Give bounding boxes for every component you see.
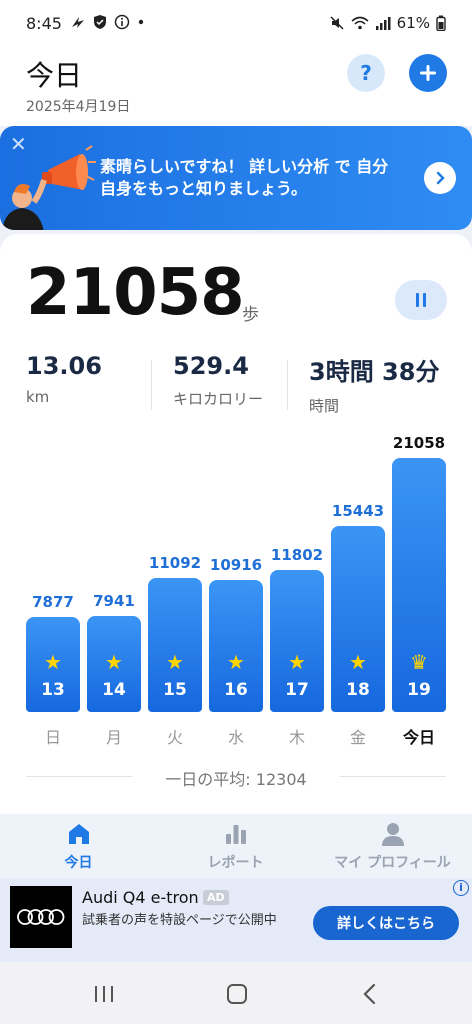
bar-day-number: 15 xyxy=(163,680,187,700)
time-label: 時間 xyxy=(309,397,340,415)
status-right: 61% xyxy=(329,14,446,32)
page-title: 今日 xyxy=(26,59,83,92)
ad-info-icon[interactable]: i xyxy=(453,880,469,896)
bar-day-number: 17 xyxy=(285,680,309,700)
bar-day-number: 18 xyxy=(346,680,370,700)
daily-average: 一日の平均: 12304 xyxy=(165,770,307,789)
bar-value-label: 11802 xyxy=(270,546,324,564)
pause-icon xyxy=(416,293,419,307)
steps-value: 21058 xyxy=(26,256,245,330)
bar-weekday-label: 水 xyxy=(227,728,244,747)
bar-value-label: 7877 xyxy=(32,593,74,611)
nav-label: 今日 xyxy=(64,855,93,871)
star-icon: ★ xyxy=(105,650,123,674)
ad-cta-button[interactable]: 詳しくはこちら xyxy=(313,906,459,940)
help-icon: ? xyxy=(360,61,372,85)
status-left-icons xyxy=(70,14,146,30)
today-card: 21058 歩 13.06 km 529.4 キロカロリー 3時間 38分 時間… xyxy=(0,234,472,814)
divider xyxy=(340,776,446,777)
star-icon: ★ xyxy=(349,650,367,674)
system-nav-bar xyxy=(0,962,472,1024)
time-stat: 3時間 38分 時間 xyxy=(309,352,439,416)
distance-stat: 13.06 km xyxy=(26,352,102,406)
header: 今日 2025年4月19日 ? xyxy=(0,48,472,126)
stat-divider xyxy=(287,360,288,410)
distance-label: km xyxy=(26,388,50,406)
chevron-right-icon xyxy=(436,171,445,185)
wifi-icon xyxy=(351,16,369,30)
star-icon: ★ xyxy=(166,650,184,674)
ad-banner[interactable]: Audi Q4 e-tron AD 試乗者の声を特設ページで公開中 詳しくはこち… xyxy=(0,878,472,962)
ad-title: Audi Q4 e-tron xyxy=(82,888,199,907)
page-date: 2025年4月19日 xyxy=(26,99,131,115)
ad-badge: AD xyxy=(203,890,229,905)
bar-weekday-label: 金 xyxy=(349,728,366,747)
plus-icon xyxy=(420,65,436,81)
bar-value-label: 11092 xyxy=(148,554,202,572)
nav-label: マイ プロフィール xyxy=(334,855,451,871)
bar-weekday-label: 今日 xyxy=(402,728,435,747)
bar-chart-icon xyxy=(225,825,246,844)
bar-weekday-label: 月 xyxy=(105,728,122,747)
calories-value: 529.4 xyxy=(173,352,249,380)
audi-rings-icon xyxy=(17,909,65,925)
nav-report[interactable]: レポート xyxy=(157,820,314,872)
bar-value-label: 7941 xyxy=(93,592,135,610)
signal-icon xyxy=(375,17,391,30)
bar-weekday-label: 日 xyxy=(44,728,61,747)
bolt-icon xyxy=(72,17,84,28)
nav-profile[interactable]: マイ プロフィール xyxy=(314,820,471,872)
crown-icon: ♛ xyxy=(410,650,428,674)
bar-value-label: 21058 xyxy=(392,434,446,452)
bar-day-number: 19 xyxy=(407,680,431,700)
weekly-steps-chart: 7877 ★ 13 日 7941 ★ 14 月 11092 ★ 15 火 10916 ★ 16 水 11802 ★… xyxy=(0,430,472,760)
recent-apps-icon[interactable] xyxy=(92,984,116,1004)
promo-banner[interactable]: ✕ 素晴らしいですね！ 詳しい分析 で 自分自身をもっと知りましょう。 xyxy=(0,126,472,230)
calories-label: キロカロリー xyxy=(173,390,264,408)
time-value: 3時間 38分 xyxy=(309,358,440,386)
battery-percent: 61% xyxy=(396,14,430,32)
bar-day-number: 13 xyxy=(41,680,65,700)
nav-label: レポート xyxy=(207,855,264,871)
star-icon: ★ xyxy=(227,650,245,674)
bar-weekday-label: 木 xyxy=(288,728,305,747)
back-icon[interactable] xyxy=(360,982,380,1006)
help-button[interactable]: ? xyxy=(347,54,385,92)
banner-text: 素晴らしいですね！ 詳しい分析 で 自分自身をもっと知りましょう。 xyxy=(100,157,389,198)
calories-stat: 529.4 キロカロリー xyxy=(173,352,263,409)
info-icon xyxy=(114,14,130,30)
banner-next-button[interactable] xyxy=(424,162,456,194)
pause-button[interactable] xyxy=(395,280,447,320)
dot-icon xyxy=(138,19,144,25)
audi-logo xyxy=(10,886,72,948)
status-time: 8:45 xyxy=(26,14,62,33)
nav-today[interactable]: 今日 xyxy=(0,820,157,872)
bar-day-number: 14 xyxy=(102,680,126,700)
status-bar: 8:45 61% xyxy=(0,0,472,48)
star-icon: ★ xyxy=(288,650,306,674)
steps-unit: 歩 xyxy=(242,305,259,325)
megaphone-person-icon xyxy=(2,145,96,230)
bottom-nav: 今日 レポート マイ プロフィール xyxy=(0,814,472,878)
stat-divider xyxy=(151,360,152,410)
mute-icon xyxy=(330,16,344,30)
battery-icon xyxy=(436,15,446,31)
bar-weekday-label: 火 xyxy=(166,728,183,747)
home-icon xyxy=(68,824,89,844)
star-icon: ★ xyxy=(44,650,62,674)
bar-day-number: 16 xyxy=(224,680,248,700)
bar-value-label: 10916 xyxy=(209,556,263,574)
ad-description: 試乗者の声を特設ページで公開中 xyxy=(82,913,277,928)
add-button[interactable] xyxy=(409,54,447,92)
home-nav-icon[interactable] xyxy=(225,982,249,1006)
profile-icon xyxy=(381,823,404,846)
distance-value: 13.06 xyxy=(26,352,102,380)
bar-value-label: 15443 xyxy=(331,502,385,520)
shield-icon xyxy=(94,15,106,29)
